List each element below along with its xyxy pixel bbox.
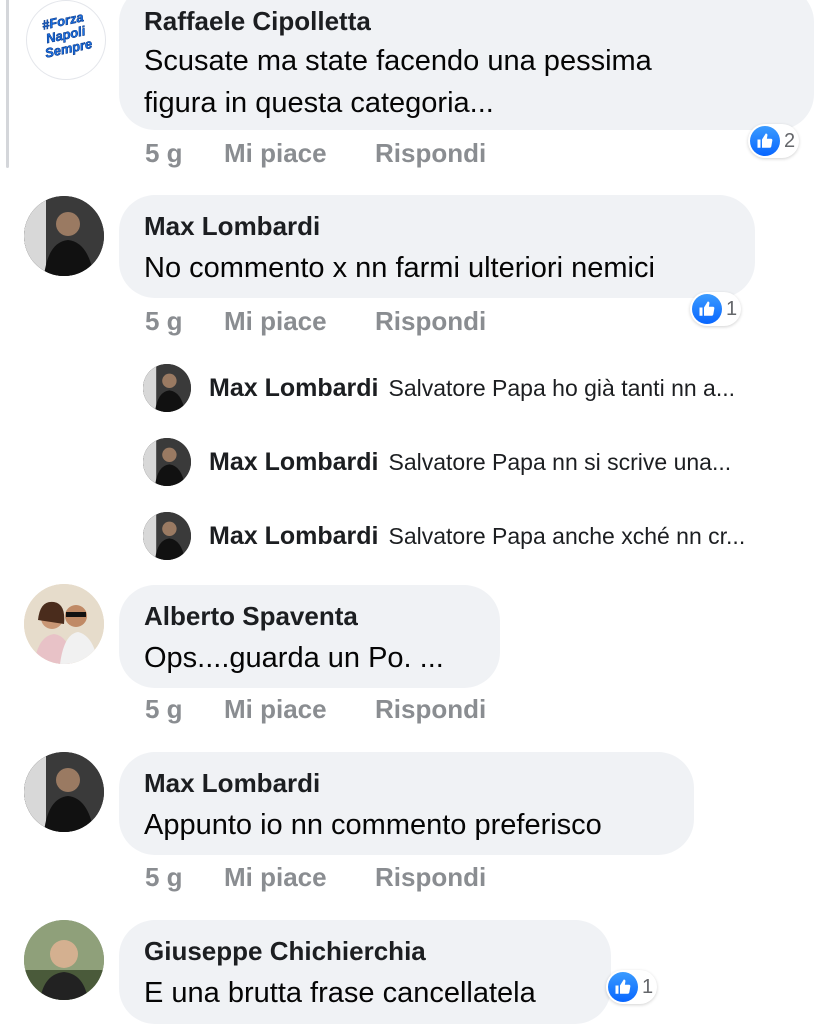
avatar	[143, 512, 191, 560]
avatar	[143, 364, 191, 412]
reply-button[interactable]: Rispondi	[375, 138, 486, 169]
reply-text: Salvatore Papa ho già tanti nn a...	[388, 374, 736, 401]
like-icon	[750, 126, 780, 156]
avatar[interactable]	[24, 752, 104, 832]
avatar-forza-napoli[interactable]: #Forza Napoli Sempre	[26, 0, 106, 80]
profile-photo-man	[24, 752, 104, 832]
profile-photo-couple	[24, 584, 104, 664]
comment-bubble[interactable]: Giuseppe Chichierchia E una brutta frase…	[119, 920, 611, 1024]
thread-line	[6, 0, 9, 168]
comment-timestamp[interactable]: 5 g	[145, 694, 183, 725]
like-icon	[608, 972, 638, 1002]
like-button[interactable]: Mi piace	[224, 306, 327, 337]
comment-timestamp[interactable]: 5 g	[145, 306, 183, 337]
reaction-badge[interactable]: 1	[606, 970, 658, 1004]
reaction-count: 1	[642, 975, 654, 998]
like-icon	[692, 294, 722, 324]
reaction-count: 2	[784, 129, 796, 152]
comment-text-line: No commento x nn farmi ulteriori nemici	[144, 252, 655, 284]
comment-timestamp[interactable]: 5 g	[145, 138, 183, 169]
comment-author[interactable]: Max Lombardi	[144, 768, 320, 799]
reaction-badge[interactable]: 1	[690, 292, 742, 326]
comment-author[interactable]: Giuseppe Chichierchia	[144, 936, 426, 967]
reply-button[interactable]: Rispondi	[375, 306, 486, 337]
reaction-count: 1	[726, 297, 738, 320]
comment-author[interactable]: Alberto Spaventa	[144, 601, 358, 632]
comment-author[interactable]: Raffaele Cipolletta	[144, 6, 371, 37]
comment-timestamp[interactable]: 5 g	[145, 862, 183, 893]
comment-text-line: E una brutta frase cancellatela	[144, 977, 536, 1009]
comment-bubble[interactable]: Max Lombardi Appunto io nn commento pref…	[119, 752, 694, 855]
avatar[interactable]	[24, 584, 104, 664]
reply-button[interactable]: Rispondi	[375, 694, 486, 725]
reply-preview[interactable]: Max Lombardi Salvatore Papa ho già tanti…	[143, 364, 735, 412]
avatar[interactable]	[24, 196, 104, 276]
comment-text-line: Scusate ma state facendo una pessima	[144, 45, 652, 77]
forza-napoli-logo: #Forza Napoli Sempre	[40, 9, 93, 61]
comment-text-line: Appunto io nn commento preferisco	[144, 809, 602, 841]
profile-photo-man-outdoor	[24, 920, 104, 1000]
reaction-badge[interactable]: 2	[748, 124, 800, 158]
reply-text: Salvatore Papa nn si scrive una...	[388, 448, 732, 475]
profile-photo-man	[24, 196, 104, 276]
like-button[interactable]: Mi piace	[224, 138, 327, 169]
comment-bubble[interactable]: Raffaele Cipolletta Scusate ma state fac…	[119, 0, 814, 130]
like-button[interactable]: Mi piace	[224, 694, 327, 725]
comment-bubble[interactable]: Max Lombardi No commento x nn farmi ulte…	[119, 195, 755, 298]
avatar	[143, 438, 191, 486]
comment-author[interactable]: Max Lombardi	[144, 211, 320, 242]
reply-author[interactable]: Max Lombardi	[209, 522, 378, 551]
like-button[interactable]: Mi piace	[224, 862, 327, 893]
comment-text-line: figura in questa categoria...	[144, 87, 494, 119]
comment-text-line: Ops....guarda un Po. ...	[144, 642, 444, 674]
reply-text: Salvatore Papa anche xché nn cr...	[388, 522, 746, 549]
avatar[interactable]	[24, 920, 104, 1000]
reply-author[interactable]: Max Lombardi	[209, 374, 378, 403]
comment-bubble[interactable]: Alberto Spaventa Ops....guarda un Po. ..…	[119, 585, 500, 688]
reply-preview[interactable]: Max Lombardi Salvatore Papa nn si scrive…	[143, 438, 731, 486]
reply-author[interactable]: Max Lombardi	[209, 448, 378, 477]
reply-button[interactable]: Rispondi	[375, 862, 486, 893]
reply-preview[interactable]: Max Lombardi Salvatore Papa anche xché n…	[143, 512, 745, 560]
